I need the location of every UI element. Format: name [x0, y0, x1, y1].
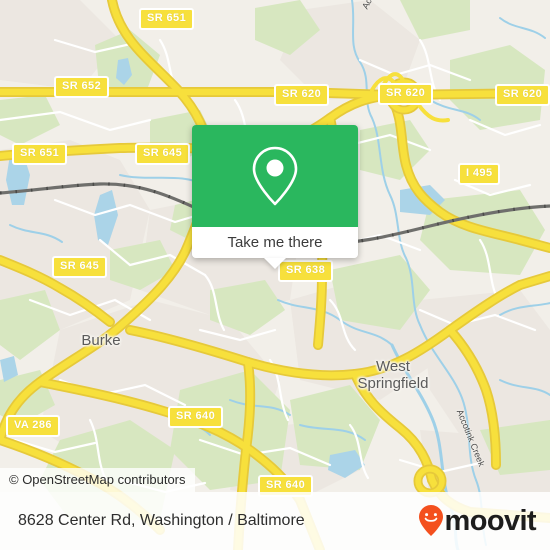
road-shield: SR 620: [495, 84, 550, 106]
osm-attribution[interactable]: © OpenStreetMap contributors: [0, 468, 195, 492]
map-pin-icon: [252, 146, 298, 206]
popup-graphic-area: [192, 125, 358, 227]
road-shield: SR 651: [12, 143, 68, 165]
map-screenshot: SR 651 SR 652 SR 620 SR 620 SR 620 SR 65…: [0, 0, 550, 550]
place-label-burke: Burke: [81, 332, 121, 349]
popup-tail: [264, 258, 286, 269]
road-shield: SR 640: [168, 406, 224, 428]
road-shield: SR 651: [139, 8, 195, 30]
road-shield: SR 645: [135, 143, 191, 165]
bottom-info-bar: 8628 Center Rd, Washington / Baltimore m…: [0, 492, 550, 550]
moovit-logo[interactable]: moovit: [418, 504, 537, 538]
road-shield: SR 645: [52, 256, 108, 278]
road-shield: SR 620: [378, 83, 434, 105]
map-popup[interactable]: Take me there: [192, 125, 358, 269]
address-text: 8628 Center Rd, Washington / Baltimore: [18, 512, 305, 529]
moovit-wordmark: moovit: [444, 504, 537, 537]
take-me-there-button[interactable]: Take me there: [192, 227, 358, 269]
road-shield: SR 620: [274, 84, 330, 106]
place-label-west-springfield: West Springfield: [357, 358, 429, 392]
road-shield: VA 286: [6, 415, 60, 437]
take-me-there-label: Take me there: [227, 234, 323, 251]
road-shield: SR 638: [278, 260, 334, 282]
road-shield: SR 652: [54, 76, 110, 98]
moovit-pin-icon: [418, 505, 443, 536]
road-shield: I 495: [458, 163, 501, 185]
